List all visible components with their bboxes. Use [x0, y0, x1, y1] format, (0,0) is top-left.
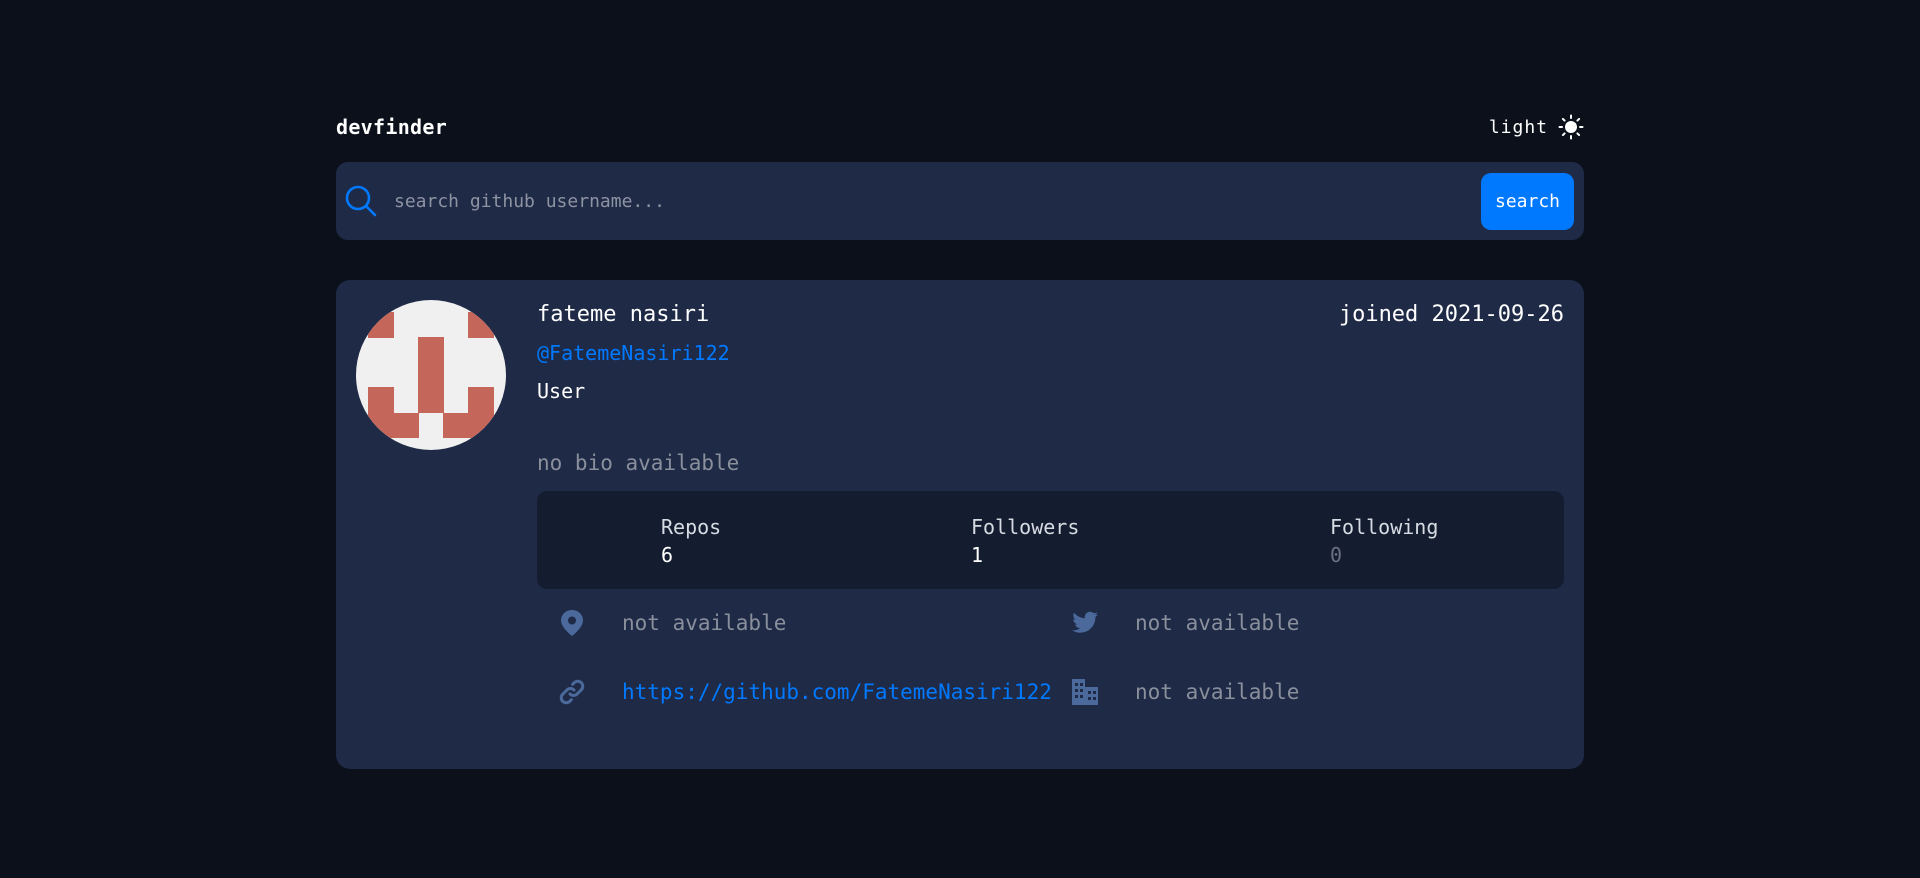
twitter-item: not available: [1070, 603, 1299, 643]
search-button[interactable]: search: [1481, 172, 1574, 230]
profile-bio: no bio available: [537, 451, 740, 475]
header: devfinder light: [336, 110, 1584, 144]
app-logo: devfinder: [336, 115, 448, 139]
building-icon: [1070, 677, 1100, 707]
location-pin-icon: [557, 608, 587, 638]
twitter-text: not available: [1135, 611, 1300, 635]
twitter-icon: [1070, 608, 1100, 638]
stats-panel: Repos 6 Followers 1 Following 0: [537, 491, 1564, 589]
devfinder-app: devfinder light search github username..…: [336, 110, 1584, 769]
search-input[interactable]: [394, 179, 1481, 223]
profile-header-row: fateme nasiri joined 2021-09-26: [537, 298, 1564, 330]
stat-label: Following: [1330, 515, 1439, 539]
avatar: [356, 300, 506, 450]
profile-type: User: [537, 379, 586, 403]
profile-login: @FatemeNasiri122: [537, 341, 730, 365]
stat-label: Followers: [971, 515, 1080, 539]
link-icon: [557, 677, 587, 707]
stat-following: Following 0: [1330, 513, 1438, 569]
joined-date: joined 2021-09-26: [1338, 301, 1564, 327]
stat-value: 0: [1330, 543, 1343, 567]
stat-repos: Repos 6: [661, 513, 721, 569]
profile-links: not available not available https://gith…: [537, 599, 1564, 739]
search-icon: [344, 184, 378, 218]
theme-toggle-button[interactable]: light: [1489, 114, 1584, 140]
blog-link[interactable]: https://github.com/FatemeNasiri122: [622, 680, 1052, 704]
company-text: not available: [1135, 680, 1300, 704]
search-bar: search: [336, 162, 1584, 240]
stat-label: Repos: [661, 515, 722, 539]
profile-details: fateme nasiri joined 2021-09-26 @FatemeN…: [537, 298, 1564, 739]
sun-icon: [1558, 114, 1584, 140]
profile-name: fateme nasiri: [537, 301, 710, 327]
blog-item[interactable]: https://github.com/FatemeNasiri122: [557, 672, 1052, 712]
stat-value: 6: [661, 543, 674, 567]
stat-value: 1: [971, 543, 984, 567]
theme-toggle-label: light: [1488, 116, 1548, 138]
profile-card: fateme nasiri joined 2021-09-26 @FatemeN…: [336, 280, 1584, 769]
location-text: not available: [622, 611, 787, 635]
company-item: not available: [1070, 672, 1299, 712]
location-item: not available: [557, 603, 786, 643]
stat-followers: Followers 1: [971, 513, 1079, 569]
